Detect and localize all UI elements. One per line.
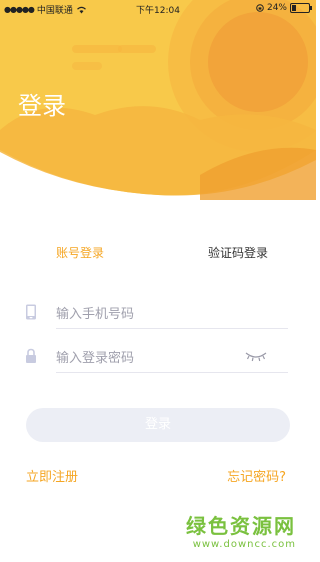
login-button[interactable]: 登录 [26,408,290,442]
password-field-row [0,342,316,386]
phone-icon [26,304,36,320]
battery-percent: 24% [266,3,287,13]
register-link[interactable]: 立即注册 [26,466,78,485]
status-right: 24% [256,3,312,13]
watermark: 绿色资源网 www.downcc.com [186,510,296,550]
phone-input[interactable] [56,298,288,329]
watermark-url: www.downcc.com [192,539,296,550]
forgot-password-link[interactable]: 忘记密码? [227,466,286,485]
tab-code-login[interactable]: 验证码登录 [208,244,268,261]
login-tabs: 账号登录 验证码登录 [0,244,316,264]
orientation-lock-icon [256,4,264,12]
watermark-title: 绿色资源网 [186,514,296,538]
battery-icon [290,3,312,13]
status-bar: ●●●●● 中国联通 下午12:04 24% [0,0,316,18]
tab-account-login[interactable]: 账号登录 [56,244,104,261]
eye-closed-icon[interactable] [244,350,268,362]
phone-field-row [0,296,316,340]
lock-icon [26,348,36,363]
page-title: 登录 [18,92,66,120]
